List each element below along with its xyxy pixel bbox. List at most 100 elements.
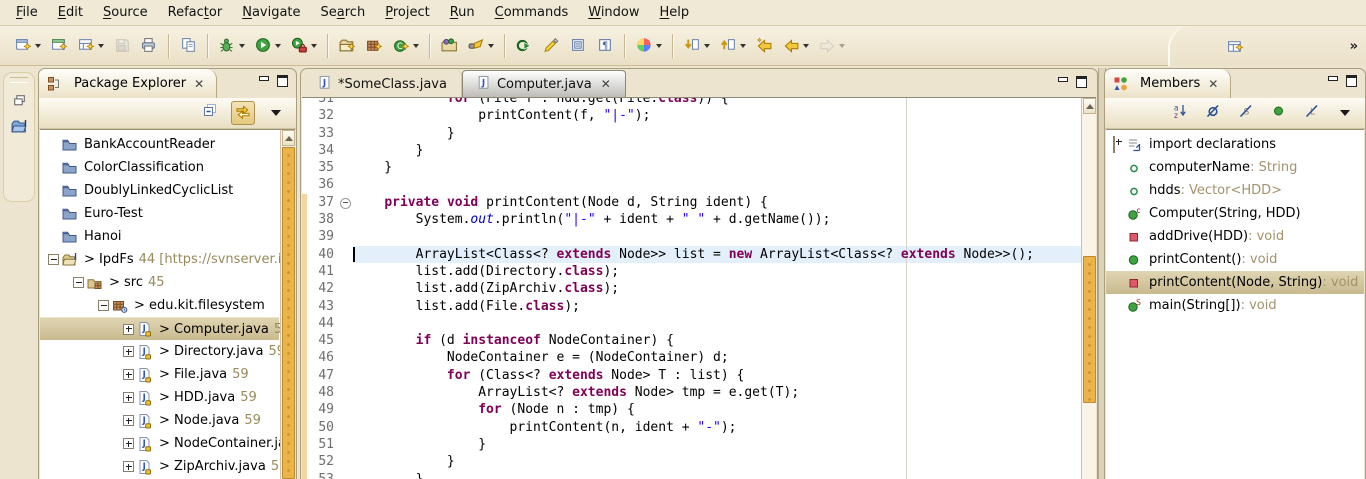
package-explorer-scrollbar[interactable] [280,130,295,479]
code-line-45[interactable]: 45 if (d instanceof NodeContainer) { [302,332,1081,349]
open-perspective-button[interactable] [1223,32,1248,60]
code-line-42[interactable]: 42 list.add(ZipArchiv.class); [302,280,1081,297]
run-external-tools-button[interactable] [287,32,321,60]
code-line-40[interactable]: 40 ArrayList<Class<? extends Node>> list… [302,246,1081,263]
menu-file[interactable]: File [6,2,48,23]
dropdown-arrow-icon[interactable] [803,44,809,48]
fold-minus-icon[interactable] [340,198,351,209]
tab-package-explorer[interactable]: Package Explorer ✕ [39,69,217,99]
color-palette-button[interactable] [632,32,666,60]
code-line-36[interactable]: 36 [302,176,1081,193]
menu-source[interactable]: Source [93,2,158,23]
plus-box-icon[interactable] [123,369,134,380]
hide-static-button[interactable]: S [1234,101,1258,125]
expander-plus-icon[interactable] [121,438,137,449]
new-class-button[interactable]: C [389,32,423,60]
show-whitespace-button[interactable]: ¶ [593,32,618,60]
tree-item-doublylinkedcycliclist[interactable]: DoublyLinkedCyclicList [40,179,279,202]
hide-local-types-button[interactable]: L [1300,101,1324,125]
toolbar-overflow-chevron-icon[interactable]: » [1350,39,1356,54]
java-perspective-button[interactable]: J [8,117,30,139]
view-menu-button[interactable] [1333,101,1357,125]
tab-members[interactable]: Members ✕ [1105,69,1231,99]
code-line-41[interactable]: 41 list.add(Directory.class); [302,263,1081,280]
menu-run[interactable]: Run [440,2,485,23]
minimize-button[interactable] [1057,76,1068,86]
previous-annotation-button[interactable] [716,32,750,60]
code-line-37[interactable]: 37 private void printContent(Node d, Str… [302,194,1081,211]
plus-box-icon[interactable] [1113,136,1115,153]
code-line-48[interactable]: 48 ArrayList<? extends Node> tmp = e.get… [302,384,1081,401]
menu-navigate[interactable]: Navigate [232,2,310,23]
code-line-44[interactable]: 44 [302,315,1081,332]
scrollbar-thumb[interactable] [1083,256,1096,403]
code-line-34[interactable]: 34 } [302,142,1081,159]
code-line-39[interactable]: 39 [302,228,1081,245]
tree-item-colorclassification[interactable]: ColorClassification [40,156,279,179]
member-item-adddrive[interactable]: addDrive(HDD) : void [1106,225,1364,248]
dropdown-arrow-icon[interactable] [413,44,419,48]
tree-item-ziparchiv.java[interactable]: J> ZipArchiv.java59 [40,455,279,478]
copy-pages-button[interactable] [176,32,201,60]
plus-box-icon[interactable] [123,324,134,335]
new-window-button[interactable] [47,32,72,60]
menu-refactor[interactable]: Refactor [158,2,233,23]
search-button[interactable] [464,32,498,60]
dropdown-arrow-icon[interactable] [704,44,710,48]
expander-plus-icon[interactable] [121,369,137,380]
menu-project[interactable]: Project [375,2,440,23]
plus-box-icon[interactable] [123,346,134,357]
scroll-up-button[interactable] [282,130,295,146]
tree-item-file.java[interactable]: J> File.java59 [40,363,279,386]
dropdown-arrow-icon[interactable] [35,44,41,48]
member-item-import-declarations[interactable]: import declarations [1106,133,1364,156]
print-button[interactable] [137,32,162,60]
code-line-47[interactable]: 47 for (Class<? extends Node> T : list) … [302,367,1081,384]
back-button[interactable] [779,32,813,60]
maximize-button[interactable] [277,75,288,85]
new-button[interactable] [11,32,45,60]
menu-edit[interactable]: Edit [48,2,93,23]
mark-occurrences-button[interactable] [539,32,564,60]
code-line-32[interactable]: 32 printContent(f, "|-"); [302,107,1081,124]
menu-help[interactable]: Help [650,2,700,23]
tree-item-hanoi[interactable]: Hanoi [40,225,279,248]
hide-fields-button[interactable] [1201,101,1225,125]
view-menu-button[interactable] [264,101,288,125]
dropdown-arrow-icon[interactable] [839,44,845,48]
tree-item-euro-test[interactable]: Euro-Test [40,202,279,225]
tree-item-src[interactable]: > src45 [40,271,279,294]
tree-item-directory.java[interactable]: J> Directory.java59 [40,340,279,363]
member-item-printcontent[interactable]: printContent(Node, String) : void [1106,271,1364,294]
code-line-43[interactable]: 43 list.add(File.class); [302,298,1081,315]
debug-button[interactable] [215,32,249,60]
run-button[interactable] [251,32,285,60]
code-line-52[interactable]: 52 } [302,453,1081,470]
tree-item-computer.java[interactable]: J> Computer.java59 [40,317,279,340]
member-item-hdds[interactable]: hdds : Vector<HDD> [1106,179,1364,202]
plus-box-icon[interactable] [123,415,134,426]
minimize-button[interactable] [258,75,269,85]
minus-box-icon[interactable] [98,300,109,311]
dropdown-arrow-icon[interactable] [740,44,746,48]
code-editor[interactable]: 31 for (File f : hdd.get(File.class)) {3… [302,97,1096,479]
tab-computer-java[interactable]: J Computer.java ✕ [462,70,626,97]
dropdown-arrow-icon[interactable] [656,44,662,48]
minimize-button[interactable] [1327,75,1338,85]
code-line-51[interactable]: 51 } [302,436,1081,453]
run-task-button[interactable] [512,32,537,60]
close-icon[interactable]: ✕ [601,77,611,91]
link-with-editor-button[interactable] [231,101,255,125]
expander-plus-icon[interactable] [121,415,137,426]
expander-plus-icon[interactable] [121,461,137,472]
expander-minus-icon[interactable] [71,277,87,288]
expander-minus-icon[interactable] [46,254,62,265]
member-item-main[interactable]: Smain(String[]) : void [1106,294,1364,317]
tree-item-hdd.java[interactable]: J> HDD.java59 [40,386,279,409]
new-view-button[interactable] [74,32,108,60]
code-line-46[interactable]: 46 NodeContainer e = (NodeContainer) d; [302,349,1081,366]
expander-minus-icon[interactable] [96,300,112,311]
plus-box-icon[interactable] [123,438,134,449]
fastview-drag-handle[interactable] [10,77,28,83]
code-line-31[interactable]: 31 for (File f : hdd.get(File.class)) { [302,98,1081,107]
